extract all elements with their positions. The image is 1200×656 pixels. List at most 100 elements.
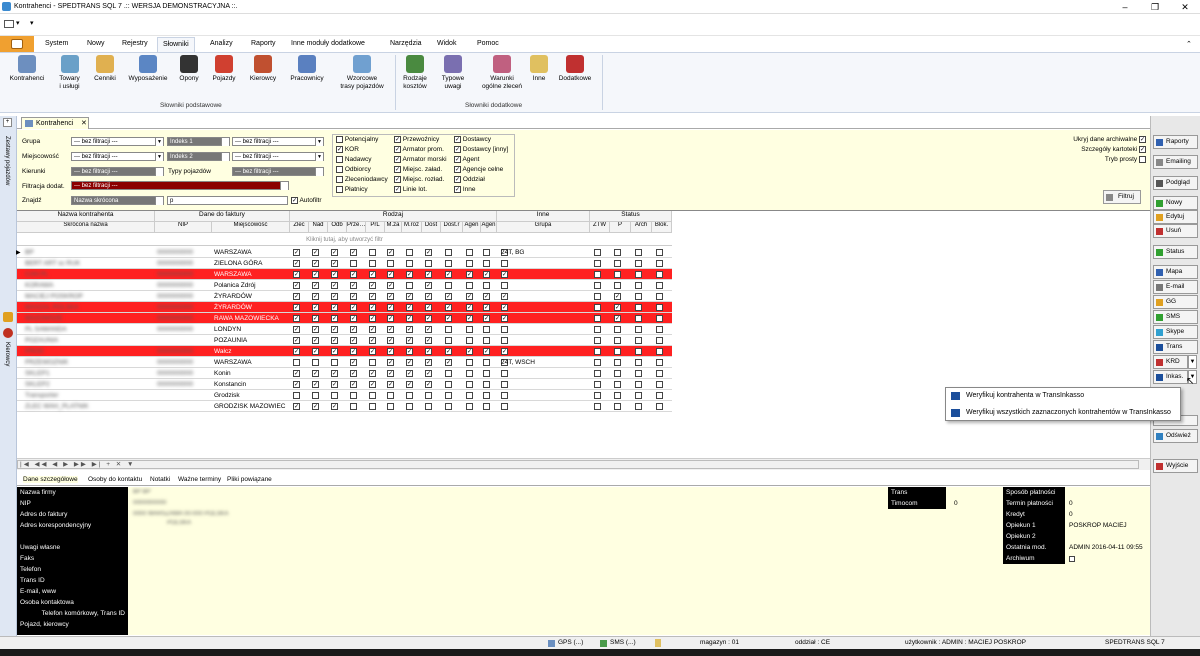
row-status-check[interactable]	[614, 337, 621, 344]
table-row[interactable]: ▶ BP 0000000000 WARSZAWA ✓ ✓ ✓ ✓ ✓ ✓ 24T, BG	[16, 247, 672, 258]
row-check[interactable]: ✓	[293, 260, 300, 267]
row-check[interactable]: ✓	[425, 337, 432, 344]
dropdown-arrow-0[interactable]: ▼	[1188, 355, 1197, 369]
row-check[interactable]	[445, 249, 452, 256]
row-check[interactable]: ✓	[350, 348, 357, 355]
row-check[interactable]: ✓	[331, 315, 338, 322]
row-check[interactable]: ✓	[387, 370, 394, 377]
row-status-check[interactable]	[594, 315, 601, 322]
row-check[interactable]	[466, 337, 473, 344]
menu-tab-8[interactable]: Widok	[432, 37, 461, 52]
right-panel-button-0[interactable]: Raporty	[1153, 135, 1198, 149]
row-check[interactable]: ✓	[331, 260, 338, 267]
row-status-check[interactable]	[635, 326, 642, 333]
row-check[interactable]: ✓	[387, 337, 394, 344]
row-status-check[interactable]	[594, 359, 601, 366]
row-status-check[interactable]	[594, 403, 601, 410]
row-check[interactable]: ✓	[350, 282, 357, 289]
row-status-check[interactable]	[635, 260, 642, 267]
row-check[interactable]: ✓	[369, 337, 376, 344]
row-check[interactable]: ✓	[331, 370, 338, 377]
detail-tab-2[interactable]: Notatki	[150, 476, 170, 483]
grid-col-header-10[interactable]: Dost	[422, 222, 441, 233]
row-status-check[interactable]	[594, 293, 601, 300]
row-check[interactable]: ✓	[312, 337, 319, 344]
row-check[interactable]: ✓	[331, 304, 338, 311]
row-check[interactable]: ✓	[312, 282, 319, 289]
right-panel-button-5[interactable]: Usuń	[1153, 224, 1198, 238]
row-status-check[interactable]	[614, 260, 621, 267]
row-check[interactable]	[466, 326, 473, 333]
menu-tab-6[interactable]: Inne moduły dodatkowe	[286, 37, 370, 52]
checks_col2-item-3[interactable]: ✓ Miejsc. załad.	[394, 166, 442, 173]
row-check[interactable]: ✓	[331, 326, 338, 333]
row-check[interactable]	[387, 392, 394, 399]
row-check[interactable]: ✓	[445, 304, 452, 311]
kierunki-select[interactable]: --- bez filtracji --- ▼	[71, 167, 164, 176]
row-check[interactable]: ✓	[406, 304, 413, 311]
right-panel-button-7[interactable]: Mapa	[1153, 265, 1198, 279]
row-check[interactable]: ✓	[350, 271, 357, 278]
row-check[interactable]: ✓	[406, 315, 413, 322]
detail-tab-3[interactable]: Ważne terminy	[178, 476, 221, 483]
grid-col-header-17[interactable]: Arch	[631, 222, 652, 233]
row-check[interactable]: ✓	[387, 293, 394, 300]
row-check[interactable]	[406, 392, 413, 399]
row-status-check[interactable]	[635, 304, 642, 311]
row-status-check[interactable]	[635, 348, 642, 355]
row-status-check[interactable]	[635, 293, 642, 300]
row-status-check[interactable]	[594, 304, 601, 311]
row-status-check[interactable]	[614, 348, 621, 355]
row-check[interactable]: ✓	[350, 337, 357, 344]
row-status-check[interactable]	[635, 392, 642, 399]
row-check[interactable]: ✓	[293, 370, 300, 377]
row-status-check[interactable]	[594, 337, 601, 344]
table-row[interactable]: POZAUNIA POZAUNIA ✓ ✓ ✓ ✓ ✓ ✓ ✓ ✓	[17, 335, 672, 346]
grid-col-header-9[interactable]: M.roz	[402, 222, 422, 233]
minimize-button[interactable]: –	[1110, 1, 1140, 13]
row-check[interactable]: ✓	[466, 293, 473, 300]
table-row[interactable]: MAZOWSZE 0000000000 RAWA MAZOWIECKA ✓ ✓ ✓ ✓ ✓ ✓ ✓…	[17, 313, 672, 324]
row-check[interactable]: ✓	[369, 370, 376, 377]
row-status-check[interactable]	[635, 403, 642, 410]
grid-col-header-2[interactable]: Miejscowość	[212, 222, 290, 233]
row-check[interactable]	[466, 359, 473, 366]
checks_col3-item-5[interactable]: ✓ Inne	[454, 186, 475, 193]
row-check[interactable]: ✓	[425, 293, 432, 300]
ribbon-button-0[interactable]: Kontrahenci	[8, 55, 46, 83]
row-check[interactable]	[350, 403, 357, 410]
checks_col1-item-0[interactable]: Potencjalny	[336, 136, 378, 143]
row-check[interactable]: ✓	[387, 359, 394, 366]
table-row[interactable]: PL SAMANDA 0000000000 LONDYN ✓ ✓ ✓ ✓ ✓ ✓ ✓ ✓	[17, 324, 672, 335]
row-status-check[interactable]	[614, 381, 621, 388]
row-check[interactable]: ✓	[293, 293, 300, 300]
row-check[interactable]	[387, 260, 394, 267]
right-panel-button-14[interactable]: Inkas.	[1153, 370, 1188, 384]
row-check[interactable]: ✓	[350, 315, 357, 322]
row-check[interactable]: ✓	[445, 271, 452, 278]
ribbon-button-11[interactable]: Warunki ogólne zleceń	[480, 55, 524, 90]
row-check[interactable]	[312, 392, 319, 399]
row-status-check[interactable]	[594, 392, 601, 399]
grid-filter-row[interactable]: Kliknij tutaj, aby utworzyć filtr	[17, 234, 672, 246]
row-check[interactable]	[466, 249, 473, 256]
row-check[interactable]: ✓	[312, 348, 319, 355]
maximize-button[interactable]: ❐	[1140, 1, 1170, 13]
grid-col-header-16[interactable]: P	[610, 222, 631, 233]
tab-kontrahenci[interactable]: Kontrahenci ✕	[21, 117, 89, 129]
grid-col-header-8[interactable]: M.za	[385, 222, 402, 233]
checks_col2-item-0[interactable]: ✓ Przewoźnicy	[394, 136, 439, 143]
row-check[interactable]: ✓	[483, 293, 490, 300]
row-check[interactable]: ✓	[293, 381, 300, 388]
typy-select[interactable]: --- bez filtracji --- ▼	[232, 167, 324, 176]
ribbon-button-13[interactable]: Dodatkowe	[554, 55, 596, 83]
indeks1-select[interactable]: Indeks 1 ▼	[167, 137, 230, 146]
grid-col-header-12[interactable]: Agen	[463, 222, 481, 233]
right-panel-button-16[interactable]: Wyjście	[1153, 459, 1198, 473]
row-status-check[interactable]	[656, 370, 663, 377]
row-check[interactable]: ✓	[387, 381, 394, 388]
menu-tab-2[interactable]: Rejestry	[117, 37, 153, 52]
row-check[interactable]: ✓	[425, 348, 432, 355]
row-check[interactable]	[445, 326, 452, 333]
row-check[interactable]: ✓	[466, 304, 473, 311]
